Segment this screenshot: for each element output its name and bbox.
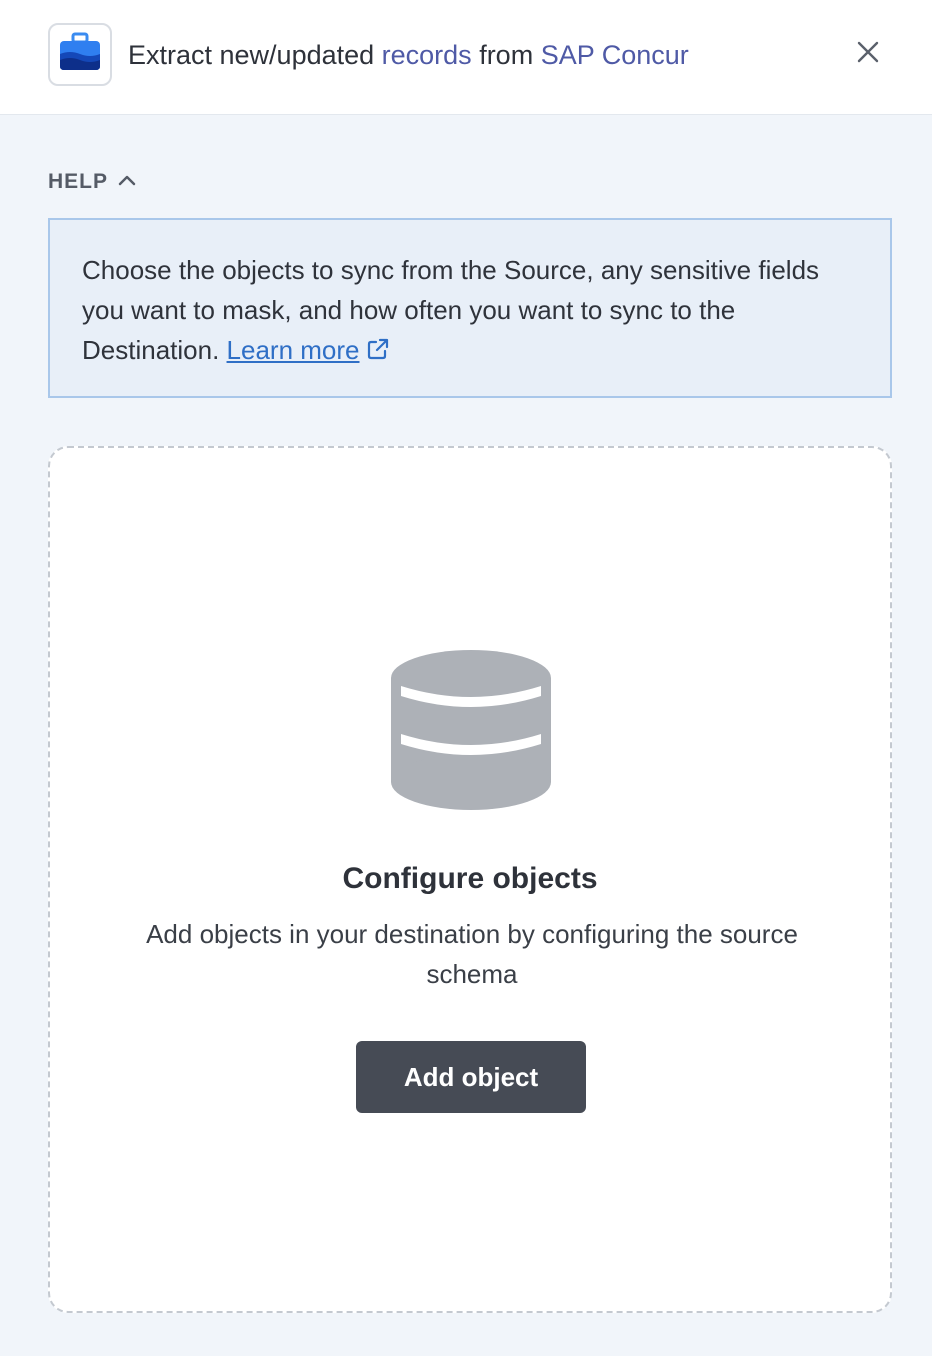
records-link[interactable]: records (382, 40, 472, 70)
external-link-icon[interactable] (366, 332, 390, 372)
source-link[interactable]: SAP Concur (541, 40, 689, 70)
chevron-up-icon (118, 173, 136, 191)
configure-objects-card: Configure objects Add objects in your de… (48, 446, 892, 1313)
database-icon (390, 648, 552, 815)
header-title-prefix: Extract new/updated (128, 40, 382, 70)
configure-objects-description: Add objects in your destination by confi… (146, 919, 798, 989)
help-toggle[interactable]: HELP (48, 170, 136, 194)
briefcase-icon (58, 32, 102, 77)
help-text: Choose the objects to sync from the Sour… (82, 250, 858, 372)
learn-more-link[interactable]: Learn more (227, 335, 360, 365)
close-button[interactable] (852, 38, 884, 70)
help-description: Choose the objects to sync from the Sour… (82, 255, 820, 365)
header-title-middle: from (471, 40, 541, 70)
configure-objects-title: Configure objects (342, 862, 598, 895)
help-panel: Choose the objects to sync from the Sour… (48, 218, 892, 398)
add-object-button[interactable]: Add object (356, 1041, 586, 1113)
close-icon (856, 40, 880, 69)
panel-header: Extract new/updated records from SAP Con… (0, 0, 932, 115)
header-title: Extract new/updated records from SAP Con… (128, 36, 689, 74)
help-label: HELP (48, 170, 109, 193)
app-logo (48, 23, 112, 86)
